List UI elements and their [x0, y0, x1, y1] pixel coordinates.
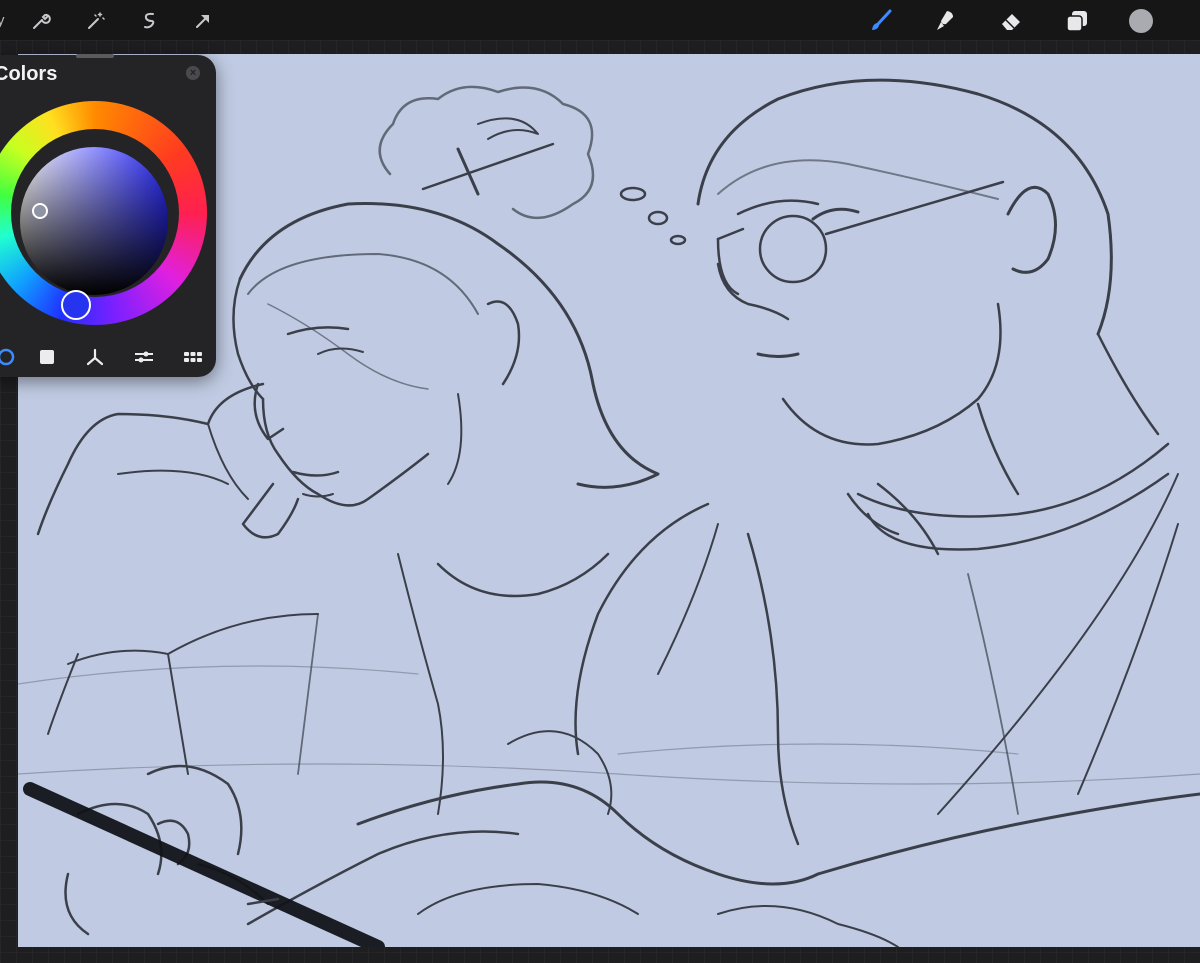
color-swatch-icon[interactable] — [1126, 6, 1156, 36]
eraser-icon[interactable] — [996, 6, 1026, 36]
panel-title: Colors — [0, 63, 58, 85]
gallery-button[interactable]: y — [0, 12, 5, 29]
palettes-mode-icon[interactable] — [179, 343, 207, 371]
value-mode-icon[interactable] — [130, 343, 158, 371]
colors-panel: Colors × — [0, 54, 216, 377]
hue-knob[interactable] — [61, 290, 91, 320]
harmony-mode-icon[interactable] — [81, 343, 109, 371]
classic-mode-icon[interactable] — [33, 343, 61, 371]
brush-icon[interactable] — [866, 6, 896, 36]
disc-mode-icon[interactable] — [0, 343, 20, 371]
wrench-icon[interactable] — [26, 6, 56, 36]
magic-wand-icon[interactable] — [80, 6, 110, 36]
color-mode-tabs — [0, 343, 216, 377]
transform-arrow-icon[interactable] — [188, 6, 218, 36]
selection-icon[interactable] — [134, 6, 164, 36]
panel-drag-handle[interactable] — [76, 54, 114, 58]
top-toolbar: y — [0, 0, 1200, 40]
smudge-icon[interactable] — [930, 6, 960, 36]
saturation-brightness-disc[interactable] — [20, 147, 168, 295]
layers-icon[interactable] — [1062, 6, 1092, 36]
saturation-knob[interactable] — [32, 203, 48, 219]
close-icon[interactable]: × — [186, 66, 200, 80]
